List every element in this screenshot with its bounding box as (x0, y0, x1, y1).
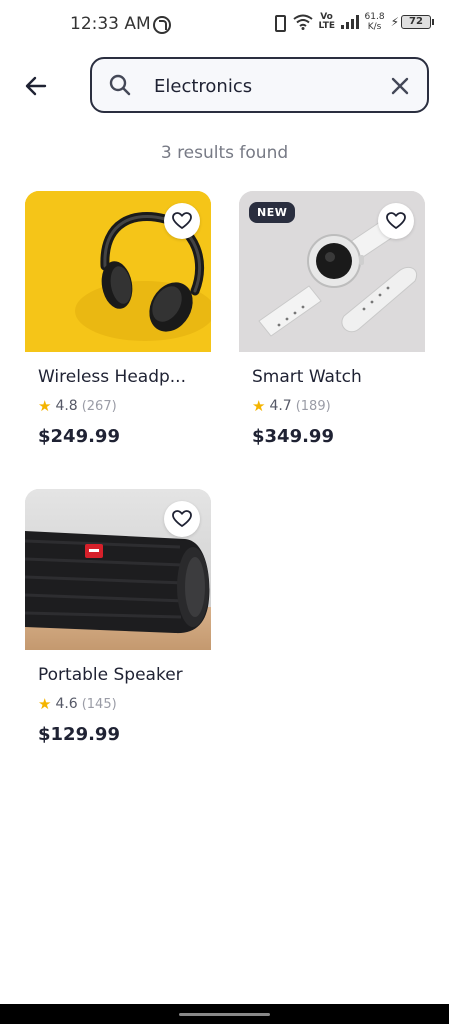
heart-icon (172, 212, 192, 229)
star-icon: ★ (38, 695, 52, 713)
product-title: Portable Speaker (38, 665, 183, 685)
product-price: $349.99 (252, 426, 334, 447)
app-notification-icon (153, 16, 171, 34)
system-nav-bar (0, 1004, 449, 1024)
search-input[interactable] (154, 71, 374, 101)
review-count: (267) (81, 398, 117, 414)
clear-search-button[interactable] (387, 73, 413, 99)
heart-icon (172, 510, 192, 527)
rating-value: 4.8 (55, 398, 78, 414)
star-icon: ★ (252, 397, 266, 415)
results-count: 3 results found (160, 143, 289, 163)
battery-indicator: ⚡ 72 (390, 15, 434, 29)
wifi-icon (292, 14, 313, 30)
product-price: $129.99 (38, 724, 120, 745)
status-bar: 12:33 AM Vo LTE 61.8 K/s ⚡ 72 (0, 0, 449, 48)
product-card[interactable]: NEW Smart Watch ★ 4.7 (189) $349.99 (239, 191, 425, 453)
network-speed: 61.8 K/s (365, 12, 385, 32)
review-count: (145) (81, 696, 117, 712)
vibrate-icon (271, 14, 287, 32)
status-icons: Vo LTE 61.8 K/s ⚡ 72 (271, 12, 434, 32)
product-rating: ★ 4.6 (145) (38, 695, 117, 713)
favorite-button[interactable] (378, 203, 414, 239)
favorite-button[interactable] (164, 203, 200, 239)
product-image-headphones[interactable] (25, 191, 211, 352)
network-speed-value: 61.8 (364, 12, 385, 22)
product-rating: ★ 4.8 (267) (38, 397, 117, 415)
network-speed-unit: K/s (367, 22, 382, 32)
rating-value: 4.6 (55, 696, 78, 712)
product-price: $249.99 (38, 426, 120, 447)
star-icon: ★ (38, 397, 52, 415)
product-card[interactable]: Wireless Headp... ★ 4.8 (267) $249.99 (25, 191, 211, 453)
signal-strength-icon (340, 15, 359, 29)
home-gesture-handle[interactable] (179, 1013, 270, 1016)
charging-bolt-icon: ⚡ (390, 15, 399, 29)
search-icon (109, 74, 131, 96)
product-image-smart-watch[interactable]: NEW (239, 191, 425, 352)
back-button[interactable] (18, 68, 54, 104)
product-rating: ★ 4.7 (189) (252, 397, 331, 415)
status-time: 12:33 AM (70, 14, 151, 34)
heart-icon (386, 212, 406, 229)
product-card[interactable]: Portable Speaker ★ 4.6 (145) $129.99 (25, 489, 211, 751)
new-badge: NEW (249, 202, 296, 223)
favorite-button[interactable] (164, 501, 200, 537)
rating-value: 4.7 (269, 398, 292, 414)
close-icon (391, 77, 409, 95)
network-type-label: Vo LTE (318, 12, 336, 31)
battery-icon: 72 (401, 15, 434, 29)
arrow-left-icon (25, 76, 47, 96)
product-title: Wireless Headp... (38, 367, 186, 387)
product-title: Smart Watch (252, 367, 362, 387)
product-image-portable-speaker[interactable] (25, 489, 211, 650)
review-count: (189) (295, 398, 331, 414)
search-box[interactable] (90, 57, 429, 113)
